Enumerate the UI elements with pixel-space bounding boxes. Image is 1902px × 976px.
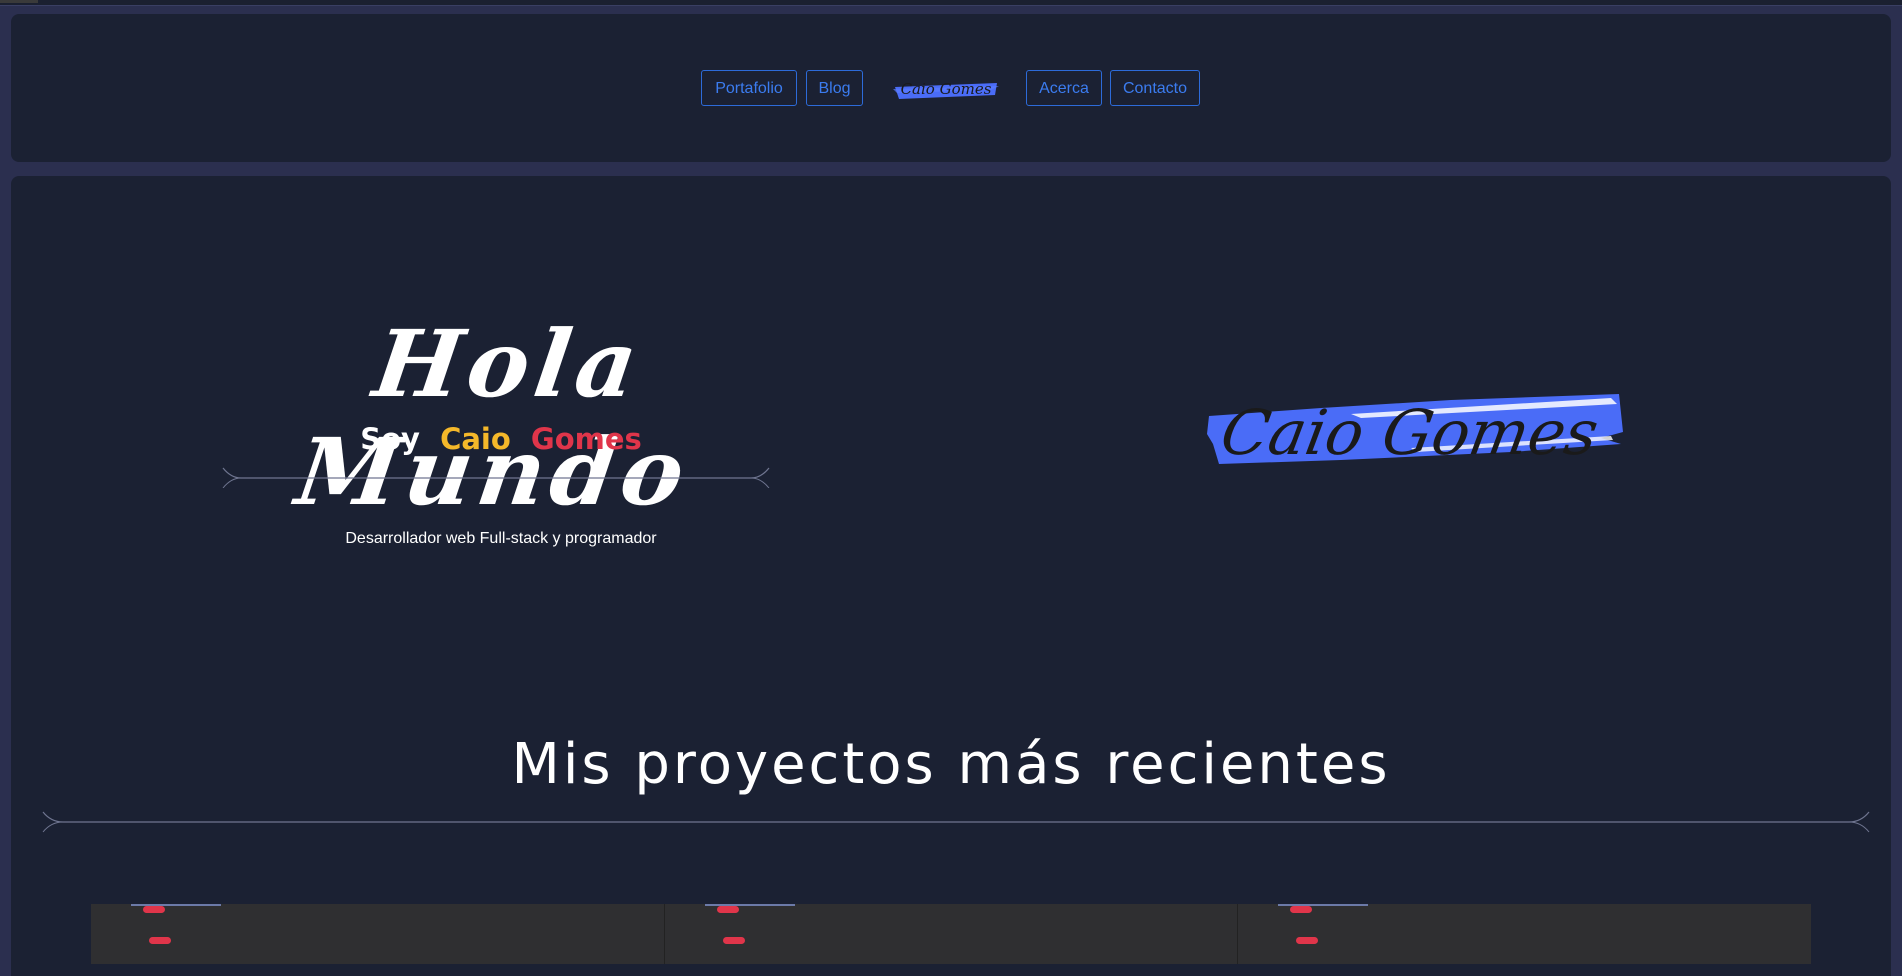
- project-thumbnail-badge: [149, 937, 171, 944]
- project-thumbnail-badge: [143, 906, 165, 913]
- project-card[interactable]: [664, 904, 1239, 964]
- hero-subtitle-last-name: Gomes: [530, 422, 642, 456]
- main-nav: Portafolio Blog Caio Gomes Acerca Contac…: [11, 14, 1891, 162]
- project-thumbnail-badge: [1290, 906, 1313, 913]
- svg-text:Caio Gomes: Caio Gomes: [1216, 396, 1604, 468]
- browser-top-strip: [0, 0, 1902, 6]
- nav-acerca-button[interactable]: Acerca: [1026, 70, 1102, 106]
- nav-logo[interactable]: Caio Gomes: [891, 77, 1001, 103]
- projects-heading: Mis proyectos más recientes: [511, 732, 1391, 797]
- nav-portafolio-button[interactable]: Portafolio: [701, 70, 797, 106]
- nav-contacto-button[interactable]: Contacto: [1110, 70, 1200, 106]
- hero-logo: Caio Gomes: [1207, 394, 1623, 469]
- hero-subtitle-first-name: Caio: [440, 422, 511, 456]
- main-content: Hola Mundo Soy Caio Gomes Desarrollador …: [11, 176, 1891, 976]
- projects-divider: [42, 811, 1870, 833]
- project-thumbnail-badge: [1296, 937, 1319, 944]
- hero-tagline: Desarrollador web Full-stack y programad…: [345, 530, 657, 547]
- project-card[interactable]: [91, 904, 665, 964]
- project-thumbnail-badge: [722, 937, 745, 944]
- hero-subtitle-soy: Soy: [360, 422, 420, 456]
- hero-title: Hola Mundo: [290, 310, 697, 526]
- nav-blog-button[interactable]: Blog: [806, 70, 863, 106]
- svg-text:Caio Gomes: Caio Gomes: [901, 80, 992, 98]
- project-thumbnail-badge: [716, 906, 739, 913]
- hero-divider: [222, 467, 770, 488]
- hero-subtitle: Soy Caio Gomes: [231, 422, 771, 456]
- projects-grid: [91, 904, 1812, 964]
- project-card[interactable]: [1238, 904, 1812, 964]
- site-header: Portafolio Blog Caio Gomes Acerca Contac…: [11, 14, 1891, 162]
